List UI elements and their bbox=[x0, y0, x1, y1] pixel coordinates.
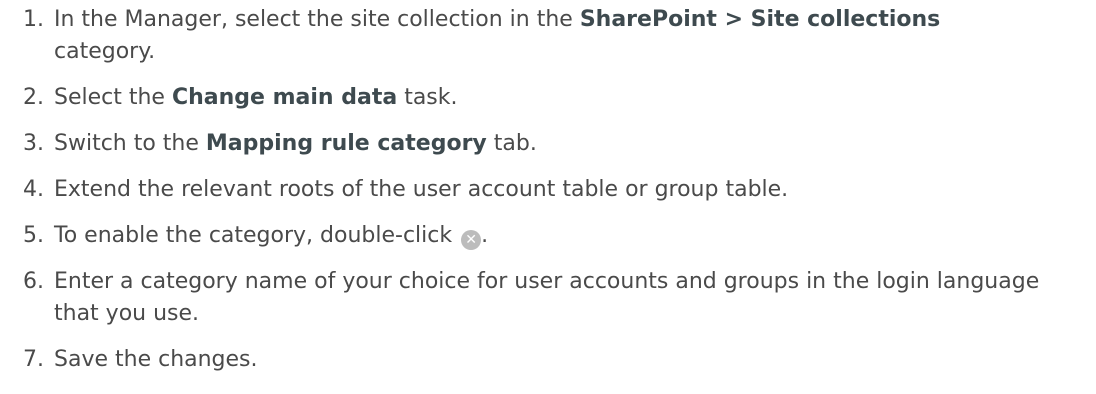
step-2: 2. Select the Change main data task. bbox=[0, 82, 1096, 114]
step-text: Switch to the Mapping rule category tab. bbox=[54, 128, 1096, 160]
step-text: Extend the relevant roots of the user ac… bbox=[54, 177, 789, 202]
step-text-post: task. bbox=[397, 85, 458, 110]
step-5: 5. To enable the category, double-click … bbox=[0, 220, 1096, 252]
step-text: In the Manager, select the site collecti… bbox=[54, 4, 1034, 68]
step-text-pre: Select the bbox=[54, 85, 172, 110]
step-text-pre: Switch to the bbox=[54, 131, 206, 156]
step-number: 3. bbox=[23, 131, 44, 156]
step-text: Select the Change main data task. bbox=[54, 82, 1096, 114]
step-text-post: category. bbox=[54, 39, 156, 64]
step-text-pre: To enable the category, double-click bbox=[54, 223, 460, 248]
step-7: 7. Save the changes. bbox=[0, 344, 1096, 376]
step-number: 7. bbox=[23, 347, 44, 372]
instruction-steps: 1. In the Manager, select the site colle… bbox=[0, 0, 1096, 376]
step-6: 6. Enter a category name of your choice … bbox=[0, 266, 1096, 330]
step-text: Save the changes. bbox=[54, 347, 258, 372]
close-circle-icon: ✕ bbox=[461, 230, 482, 250]
step-number: 6. bbox=[23, 269, 44, 294]
task-name: Change main data bbox=[171, 85, 398, 110]
menu-path: SharePoint > Site collections bbox=[579, 7, 941, 32]
tab-name: Mapping rule category bbox=[205, 131, 487, 156]
step-number: 4. bbox=[23, 177, 44, 202]
step-3: 3. Switch to the Mapping rule category t… bbox=[0, 128, 1096, 160]
step-number: 2. bbox=[23, 85, 44, 110]
step-text: Enter a category name of your choice for… bbox=[54, 269, 1040, 326]
step-number: 5. bbox=[23, 223, 44, 248]
step-1: 1. In the Manager, select the site colle… bbox=[0, 4, 1096, 68]
step-number: 1. bbox=[23, 7, 44, 32]
step-text-post: tab. bbox=[486, 131, 537, 156]
step-4: 4. Extend the relevant roots of the user… bbox=[0, 174, 1096, 206]
step-text: To enable the category, double-click ✕. bbox=[54, 220, 1096, 252]
step-text-pre: In the Manager, select the site collecti… bbox=[54, 7, 580, 32]
step-text-post: . bbox=[481, 223, 489, 248]
